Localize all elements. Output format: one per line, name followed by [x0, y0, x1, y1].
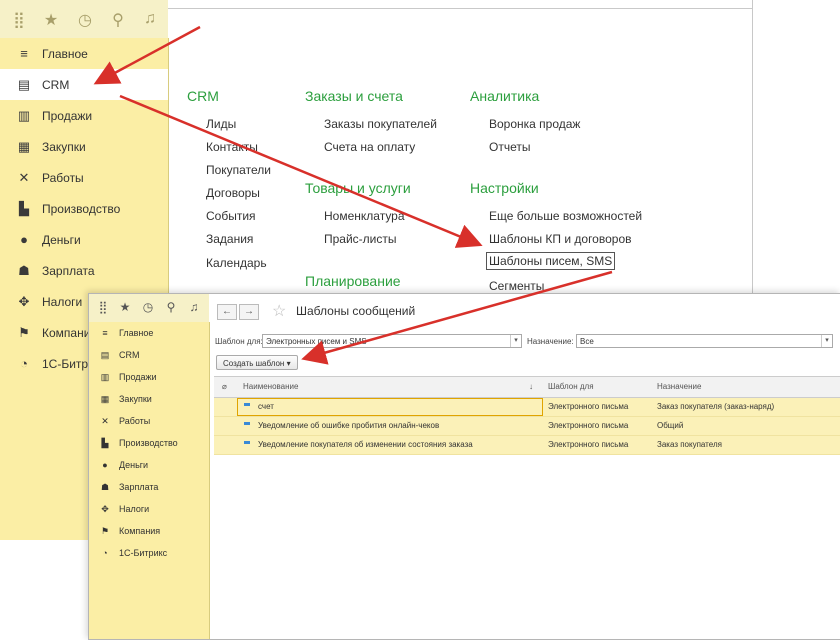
arrow-to-message-templates: [119, 94, 483, 248]
annotation-arrows: [93, 25, 613, 365]
arrow-to-crm: [93, 25, 201, 85]
arrow-to-create-button: [301, 270, 613, 365]
